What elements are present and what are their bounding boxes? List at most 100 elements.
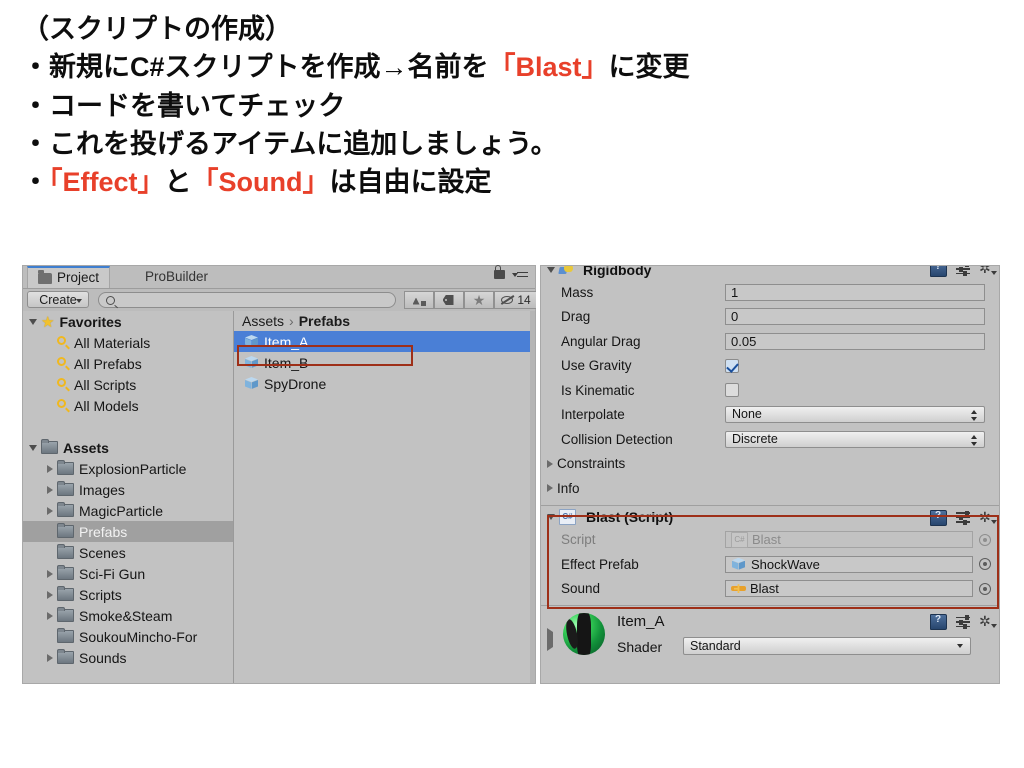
object-field[interactable]: Blast bbox=[725, 580, 973, 598]
foldout-triangle-icon[interactable] bbox=[47, 611, 53, 620]
prefab-cube-icon bbox=[731, 557, 746, 572]
gear-icon[interactable]: ✲ bbox=[979, 266, 997, 276]
tree-item-all-prefabs[interactable]: All Prefabs bbox=[23, 353, 233, 374]
tree-item-scripts[interactable]: Scripts bbox=[23, 584, 233, 605]
lock-icon[interactable] bbox=[494, 265, 505, 279]
property-value-input[interactable]: 0 bbox=[725, 308, 985, 326]
preset-icon[interactable] bbox=[956, 510, 970, 525]
tree-item-prefabs[interactable]: Prefabs bbox=[23, 521, 233, 542]
prefab-cube-icon bbox=[244, 334, 259, 349]
foldout-triangle-icon[interactable] bbox=[47, 590, 53, 599]
tree-item-all-models[interactable]: All Models bbox=[23, 395, 233, 416]
foldout-triangle-icon[interactable] bbox=[47, 506, 53, 515]
material-preview-sphere bbox=[563, 613, 605, 655]
property-label: Drag bbox=[561, 309, 591, 325]
tree-item-soukoumincho-for[interactable]: SoukouMincho-For bbox=[23, 626, 233, 647]
object-field-value: Blast bbox=[750, 581, 779, 597]
object-picker-icon[interactable] bbox=[979, 558, 991, 571]
filter-by-label-button[interactable] bbox=[434, 291, 464, 309]
foldout-triangle-icon[interactable] bbox=[29, 444, 37, 451]
prefab-cube-icon bbox=[244, 376, 259, 391]
foldout-triangle-icon[interactable] bbox=[47, 569, 53, 578]
property-dropdown[interactable]: Discrete bbox=[725, 430, 985, 448]
gear-icon[interactable]: ✲ bbox=[979, 614, 997, 629]
tab-project[interactable]: Project bbox=[27, 266, 111, 288]
component-header-blast[interactable]: C# Blast (Script) ✲ bbox=[541, 506, 999, 528]
object-picker-icon[interactable] bbox=[979, 533, 991, 546]
foldout-info[interactable]: Info bbox=[541, 476, 999, 501]
tree-item-scenes[interactable]: Scenes bbox=[23, 542, 233, 563]
foldout-triangle-icon[interactable] bbox=[47, 464, 53, 473]
object-field[interactable]: C# Blast bbox=[725, 531, 973, 549]
property-row-sound: Sound Blast bbox=[541, 577, 999, 602]
slide-line-5-seg-1: ・ bbox=[22, 167, 49, 198]
tree-item-all-scripts[interactable]: All Scripts bbox=[23, 374, 233, 395]
project-folder-tree[interactable]: ★ Favorites All Materials All Prefabs All Sc… bbox=[23, 311, 234, 683]
create-button[interactable]: Create bbox=[27, 291, 89, 308]
tree-item-label: Smoke&Steam bbox=[79, 607, 173, 624]
asset-row-spydrone[interactable]: SpyDrone bbox=[234, 373, 535, 394]
material-name: Item_A bbox=[617, 613, 665, 630]
asset-list[interactable]: Item_A Item_B SpyDrone bbox=[234, 331, 535, 394]
property-checkbox[interactable] bbox=[725, 383, 739, 398]
tree-item-all-materials[interactable]: All Materials bbox=[23, 332, 233, 353]
object-field[interactable]: ShockWave bbox=[725, 555, 973, 573]
tree-item-sounds[interactable]: Sounds bbox=[23, 647, 233, 668]
preset-icon[interactable] bbox=[956, 615, 970, 629]
property-label: Script bbox=[561, 532, 596, 548]
component-title-blast: Blast (Script) bbox=[586, 508, 674, 525]
asset-row-item_b[interactable]: Item_B bbox=[234, 352, 535, 373]
breadcrumb-root[interactable]: Assets bbox=[242, 313, 284, 329]
star-icon: ★ bbox=[472, 292, 486, 308]
tree-item-sci-fi-gun[interactable]: Sci-Fi Gun bbox=[23, 563, 233, 584]
foldout-triangle-icon[interactable] bbox=[547, 484, 553, 493]
gear-icon[interactable]: ✲ bbox=[979, 510, 997, 525]
tree-item-label: Sounds bbox=[79, 649, 127, 666]
filter-by-type-button[interactable] bbox=[404, 291, 434, 309]
breadcrumb: Assets › Prefabs bbox=[234, 311, 535, 331]
property-row-is-kinematic: Is Kinematic bbox=[541, 378, 999, 403]
help-icon[interactable] bbox=[930, 509, 947, 526]
slide-line-2: ・新規にC#スクリプトを作成→名前を「Blast」に変更 bbox=[22, 48, 1002, 86]
tree-item-images[interactable]: Images bbox=[23, 479, 233, 500]
hidden-assets-button[interactable]: 14 bbox=[494, 291, 536, 309]
tab-probuilder[interactable]: ProBuilder bbox=[135, 266, 218, 288]
foldout-constraints[interactable]: Constraints bbox=[541, 452, 999, 477]
property-label: Effect Prefab bbox=[561, 556, 639, 572]
foldout-triangle-icon[interactable] bbox=[547, 628, 553, 651]
filter-favorites-button[interactable]: ★ bbox=[464, 291, 494, 309]
panel-menu-icon[interactable] bbox=[512, 272, 528, 282]
foldout-triangle-icon[interactable] bbox=[47, 653, 53, 662]
component-header-rigidbody[interactable]: Rigidbody ✲ bbox=[541, 266, 999, 280]
search-input[interactable] bbox=[98, 292, 396, 308]
asset-list-scrollbar[interactable] bbox=[530, 311, 535, 683]
tree-item-smoke-steam[interactable]: Smoke&Steam bbox=[23, 605, 233, 626]
tree-item-label: MagicParticle bbox=[79, 502, 164, 519]
folder-icon bbox=[41, 439, 58, 454]
shader-dropdown[interactable]: Standard bbox=[683, 637, 971, 655]
foldout-triangle-icon[interactable] bbox=[29, 318, 37, 325]
property-checkbox[interactable] bbox=[725, 358, 739, 373]
saved-search-icon bbox=[57, 378, 70, 391]
preset-icon[interactable] bbox=[956, 266, 970, 276]
foldout-triangle-icon[interactable] bbox=[547, 513, 555, 520]
tree-item-magicparticle[interactable]: MagicParticle bbox=[23, 500, 233, 521]
asset-row-item_a[interactable]: Item_A bbox=[234, 331, 535, 352]
foldout-triangle-icon[interactable] bbox=[547, 459, 553, 468]
foldout-triangle-icon[interactable] bbox=[47, 485, 53, 494]
slide-line-5-seg-3: と bbox=[164, 167, 192, 198]
tree-item-favorites[interactable]: ★ Favorites bbox=[23, 311, 233, 332]
breadcrumb-separator: › bbox=[289, 313, 294, 329]
property-dropdown[interactable]: None bbox=[725, 406, 985, 424]
slide-line-2-seg-2: 「Blast」 bbox=[488, 52, 609, 83]
tree-item-assets[interactable]: Assets bbox=[23, 437, 233, 458]
tree-item-explosionparticle[interactable]: ExplosionParticle bbox=[23, 458, 233, 479]
property-value-input[interactable]: 1 bbox=[725, 283, 985, 301]
object-picker-icon[interactable] bbox=[979, 582, 991, 595]
foldout-triangle-icon[interactable] bbox=[547, 267, 555, 273]
property-value-input[interactable]: 0.05 bbox=[725, 332, 985, 350]
help-icon[interactable] bbox=[930, 614, 947, 630]
property-value: 0.05 bbox=[731, 333, 757, 349]
shader-label: Shader bbox=[617, 639, 663, 655]
help-icon[interactable] bbox=[930, 266, 947, 277]
